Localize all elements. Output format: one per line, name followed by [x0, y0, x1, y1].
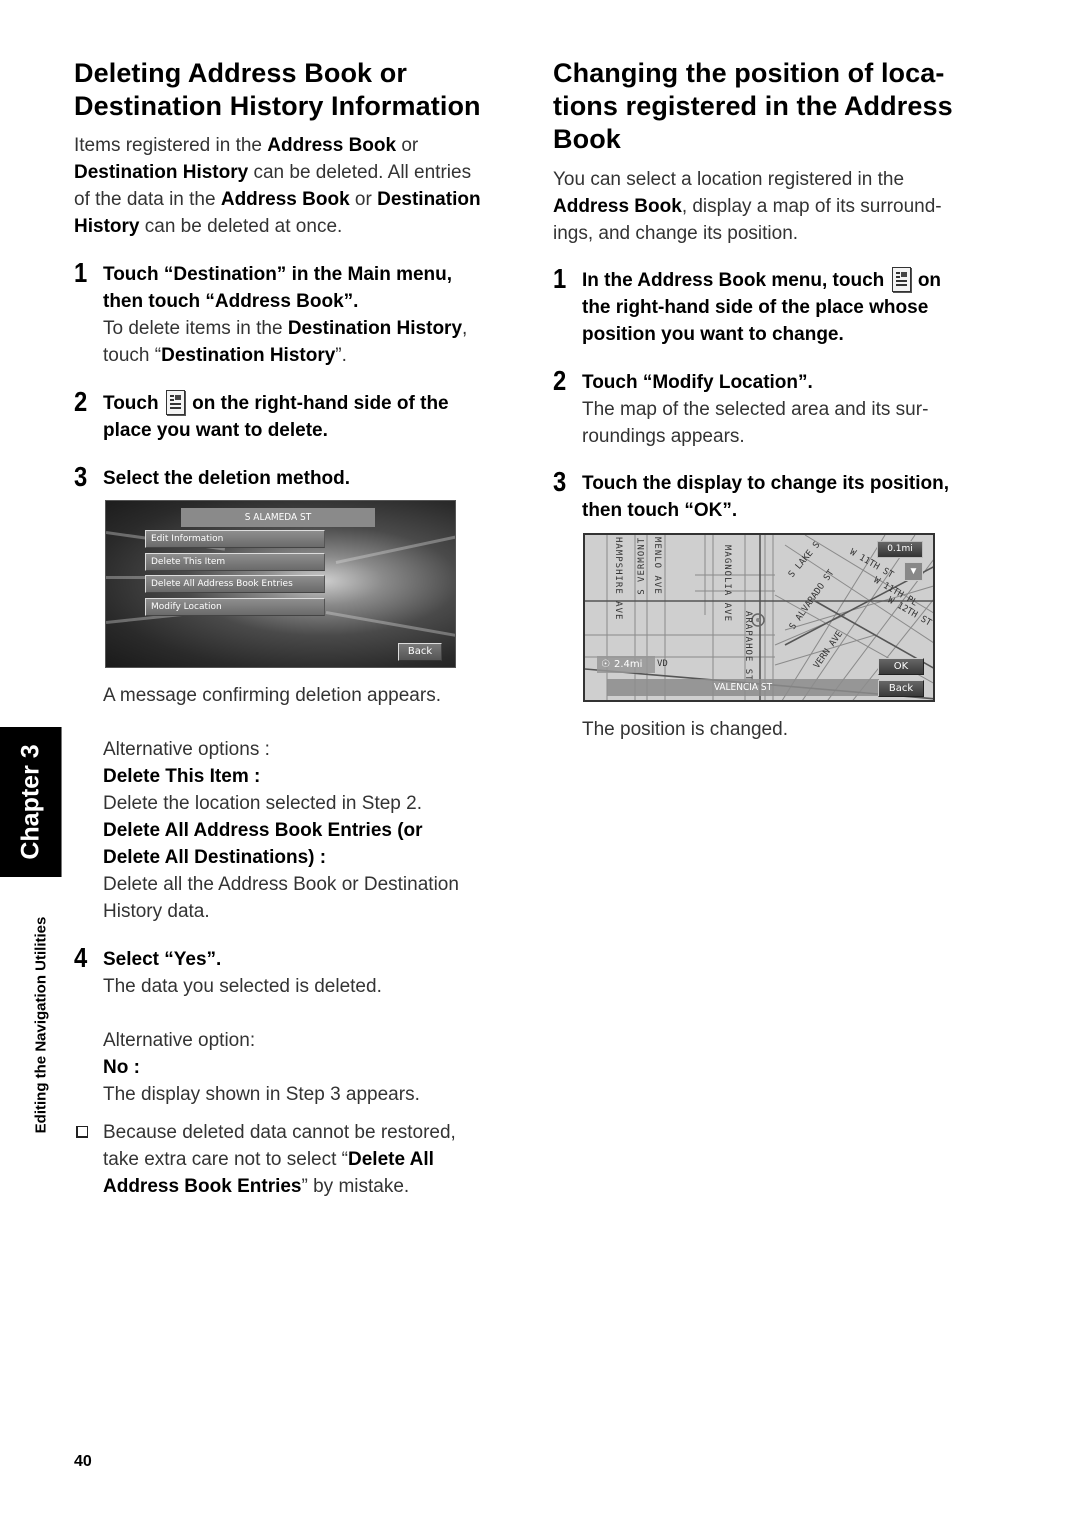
step-heading: Touch on the right-hand side of the plac…: [103, 390, 503, 444]
page-number: 40: [74, 1453, 92, 1470]
modify-location-map-screenshot[interactable]: HAMPSHIRE AVE S VERMONT MENLO AVE MAGNOL…: [583, 533, 935, 702]
left-section-title: Deleting Address Book or Destination His…: [74, 57, 481, 123]
edit-information-button[interactable]: Edit Information: [145, 530, 325, 548]
street-label: ARAPAHOE ST: [743, 611, 753, 682]
step-3-result: A message confirming deletion appears.: [103, 685, 441, 706]
option-label: No :: [103, 1057, 140, 1078]
title-line: Destination History Information: [74, 91, 481, 121]
step-number: 3: [74, 461, 88, 492]
left-intro: Items registered in the Address Book or …: [74, 135, 481, 237]
destination-flag-icon: ☉: [601, 659, 610, 670]
step-heading: Select the deletion method.: [103, 468, 351, 489]
step-number: 4: [74, 942, 88, 973]
chapter-tab: Chapter 3: [0, 727, 61, 877]
street-label: HAMPSHIRE AVE: [613, 537, 623, 621]
back-button[interactable]: Back: [398, 643, 442, 661]
north-arrow-icon[interactable]: ▼: [904, 562, 923, 581]
step-heading: Select “Yes”.: [103, 949, 222, 970]
delete-all-entries-button[interactable]: Delete All Address Book Entries: [145, 575, 325, 593]
title-line: Deleting Address Book or: [74, 58, 407, 88]
current-street-bar: VALENCIA ST: [607, 679, 879, 696]
street-label: VD: [657, 659, 668, 669]
option-label: Delete This Item :: [103, 766, 261, 787]
step-heading: Touch the display to change its position…: [582, 473, 950, 521]
chapter-label: Chapter 3: [16, 744, 44, 860]
step-heading: In the Address Book menu, touch on the r…: [582, 267, 1002, 348]
map-scale-button[interactable]: 0.1mi: [877, 541, 923, 558]
list-detail-icon: [165, 390, 185, 415]
divider: [61, 727, 62, 877]
menu-screen-header: S ALAMEDA ST: [181, 508, 375, 527]
step-number: 1: [74, 257, 88, 288]
delete-this-item-button[interactable]: Delete This Item: [145, 553, 325, 571]
step-number: 3: [553, 466, 567, 497]
street-label: S VERMONT: [637, 537, 647, 595]
modify-location-button[interactable]: Modify Location: [145, 598, 325, 616]
delete-menu-screenshot: S ALAMEDA ST Edit Information Delete Thi…: [105, 500, 456, 668]
list-detail-icon: [891, 267, 911, 292]
step-4-body: The data you selected is deleted. Altern…: [103, 976, 420, 1105]
step-note: To delete items in the Destination Histo…: [103, 318, 468, 366]
note-checkbox-icon: [76, 1126, 88, 1138]
option-label: Delete All Address Book Entries (or: [103, 820, 423, 841]
step-desc: The map of the selected area and its sur…: [582, 399, 929, 447]
option-label: Delete All Destinations) :: [103, 847, 327, 868]
distance-indicator: ☉ 2.4mi: [597, 656, 655, 673]
step-number: 1: [553, 263, 567, 294]
section-label: Editing the Navigation Utilities: [32, 916, 50, 1134]
right-section-title: Changing the position of loca- tions reg…: [553, 58, 953, 154]
street-label: MENLO AVE: [652, 537, 662, 595]
back-button[interactable]: Back: [878, 680, 924, 697]
ok-button[interactable]: OK: [878, 658, 924, 675]
step-heading: Touch “Destination” in the Main menu, th…: [103, 264, 453, 312]
street-label: MAGNOLIA AVE: [722, 545, 732, 623]
step-number: 2: [553, 365, 567, 396]
caution-note: Because deleted data cannot be restored,…: [103, 1122, 456, 1197]
step-3-alternatives: Alternative options : Delete This Item :…: [103, 739, 459, 922]
step-number: 2: [74, 386, 88, 417]
step-3-result: The position is changed.: [582, 719, 788, 740]
step-heading: Touch “Modify Location”.: [582, 372, 813, 393]
right-intro: You can select a location registered in …: [553, 169, 942, 244]
